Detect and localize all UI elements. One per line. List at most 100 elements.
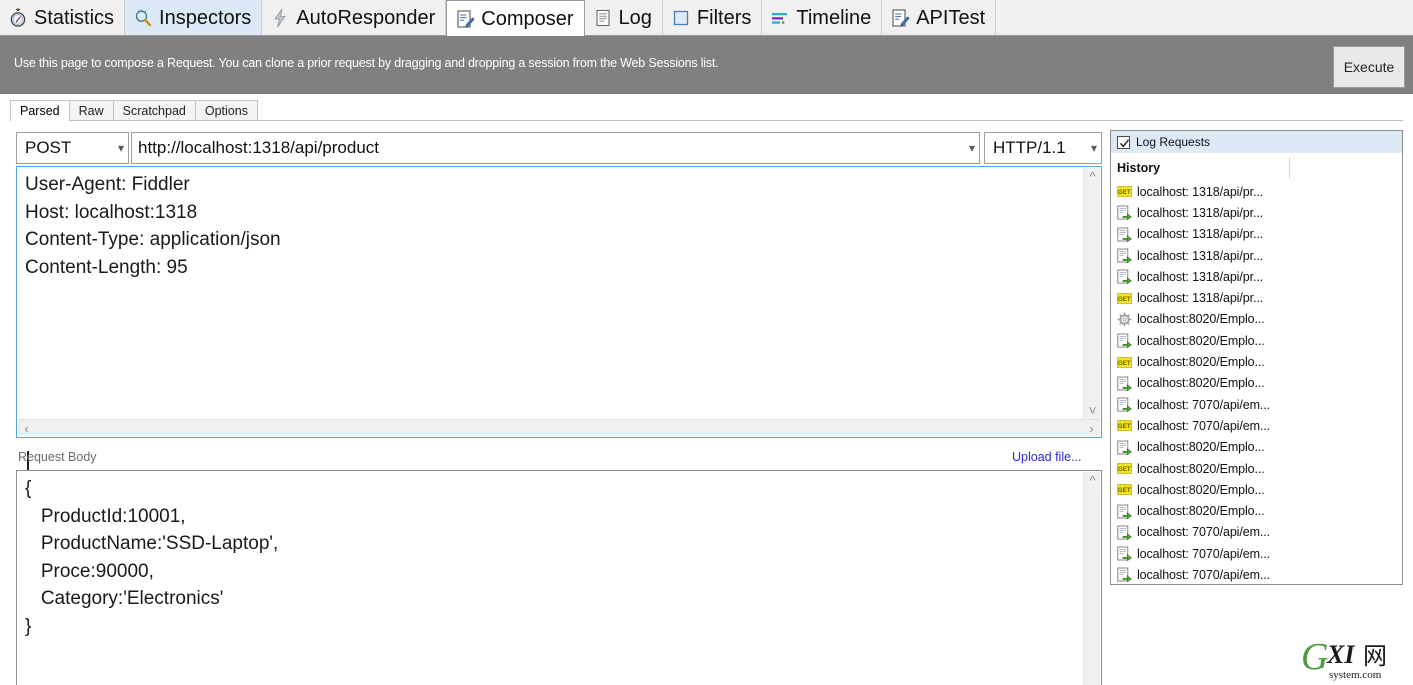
history-row[interactable]: localhost:8020/Emplo...: [1111, 373, 1402, 394]
gear-icon: [1117, 312, 1132, 327]
compose-pencil-icon: [457, 9, 475, 28]
log-requests-checkbox[interactable]: [1117, 135, 1130, 149]
instruction-text: Use this page to compose a Request. You …: [14, 56, 719, 70]
post-arrow-icon: [1117, 205, 1132, 221]
tab-autoresponder[interactable]: AutoResponder: [262, 0, 447, 35]
tab-apitest[interactable]: APITest: [882, 0, 997, 35]
execute-button[interactable]: Execute: [1333, 46, 1405, 88]
chevron-down-icon: ▾: [1090, 141, 1097, 155]
history-column-divider: [1289, 157, 1290, 179]
history-row-label: localhost:8020/Emplo...: [1137, 355, 1265, 370]
history-row-label: localhost: 1318/api/pr...: [1137, 269, 1264, 284]
post-arrow-icon: [1117, 568, 1132, 583]
upload-file-link[interactable]: Upload file...: [1012, 450, 1081, 464]
subtab-scratchpad[interactable]: Scratchpad: [112, 100, 196, 121]
scroll-left-icon[interactable]: ‹: [18, 420, 35, 437]
tab-composer-label: Composer: [481, 7, 574, 30]
scroll-up-icon[interactable]: ^: [1084, 472, 1101, 489]
history-row[interactable]: localhost: 1318/api/pr...: [1111, 202, 1402, 223]
site-watermark: G XI 网 system.com: [1301, 636, 1387, 681]
request-body-label: Request Body: [18, 450, 97, 464]
post-arrow-icon: [1117, 504, 1132, 519]
scroll-up-icon[interactable]: ^: [1084, 168, 1101, 185]
tab-log[interactable]: Log: [584, 0, 663, 35]
svg-text:GET: GET: [1118, 189, 1131, 196]
request-url-input[interactable]: http://localhost:1318/api/product ▾: [131, 132, 980, 164]
history-row[interactable]: localhost:8020/Emplo...: [1111, 500, 1402, 521]
post-arrow-icon: [1117, 269, 1132, 285]
svg-text:XI: XI: [1326, 640, 1355, 669]
tab-apitest-label: APITest: [916, 6, 986, 29]
apitest-pencil-icon: [892, 8, 910, 27]
log-requests-label: Log Requests: [1136, 135, 1211, 149]
history-column-header: History: [1117, 161, 1161, 175]
history-row[interactable]: GET localhost: 1318/api/pr...: [1111, 181, 1402, 202]
history-row-label: localhost:8020/Emplo...: [1137, 333, 1265, 348]
history-row[interactable]: GET localhost: 1318/api/pr...: [1111, 287, 1402, 308]
history-row[interactable]: localhost: 1318/api/pr...: [1111, 245, 1402, 266]
tab-autoresponder-label: AutoResponder: [296, 6, 436, 29]
headers-vertical-scrollbar[interactable]: ^ ˅: [1083, 168, 1100, 419]
request-headers-editor[interactable]: User-Agent: Fiddler Host: localhost:1318…: [16, 166, 1102, 474]
history-row[interactable]: localhost:8020/Emplo...: [1111, 330, 1402, 351]
http-version-value: HTTP/1.1: [993, 138, 1066, 157]
tab-composer[interactable]: Composer: [446, 0, 585, 36]
request-headers-text: User-Agent: Fiddler Host: localhost:1318…: [25, 174, 281, 278]
tab-log-label: Log: [618, 6, 652, 29]
request-body-editor[interactable]: { ProductId:10001, ProductName:'SSD-Lapt…: [16, 470, 1102, 685]
history-row[interactable]: GET localhost:8020/Emplo...: [1111, 351, 1402, 372]
history-row[interactable]: localhost: 7070/api/em...: [1111, 543, 1402, 564]
magnifier-icon: [135, 8, 152, 26]
history-row[interactable]: GET localhost:8020/Emplo...: [1111, 458, 1402, 479]
tab-inspectors[interactable]: Inspectors: [125, 0, 263, 35]
http-version-select[interactable]: HTTP/1.1 ▾: [984, 132, 1102, 164]
history-row[interactable]: localhost: 7070/api/em...: [1111, 564, 1402, 585]
composer-subtabs: Parsed Raw Scratchpad Options: [10, 99, 258, 121]
subtab-options[interactable]: Options: [194, 100, 258, 121]
timeline-bars-icon: [772, 12, 788, 24]
tab-timeline[interactable]: Timeline: [762, 0, 883, 35]
svg-text:网: 网: [1363, 642, 1387, 670]
history-row-label: localhost: 1318/api/pr...: [1137, 205, 1264, 220]
log-lines-icon: [595, 9, 610, 26]
history-row[interactable]: GET localhost: 7070/api/em...: [1111, 415, 1402, 436]
history-row-label: localhost: 7070/api/em...: [1137, 567, 1270, 582]
tab-filters-label: Filters: [696, 6, 752, 29]
history-row[interactable]: localhost:8020/Emplo...: [1111, 309, 1402, 330]
tab-statistics[interactable]: Statistics: [0, 0, 126, 35]
post-arrow-icon: [1117, 546, 1132, 562]
get-badge-icon: GET: [1117, 420, 1132, 432]
post-arrow-icon: [1117, 227, 1132, 242]
history-row[interactable]: localhost: 7070/api/em...: [1111, 394, 1402, 415]
history-row-label: localhost: 1318/api/pr...: [1137, 248, 1264, 263]
svg-text:GET: GET: [1118, 423, 1131, 430]
history-row-label: localhost:8020/Emplo...: [1137, 504, 1265, 519]
scroll-down-icon[interactable]: ˅: [1084, 402, 1101, 419]
history-row-label: localhost: 1318/api/pr...: [1137, 227, 1264, 242]
subtab-raw[interactable]: Raw: [68, 100, 114, 121]
http-method-select[interactable]: POST ▾: [16, 132, 129, 164]
post-arrow-icon: [1117, 333, 1132, 349]
tab-inspectors-label: Inspectors: [159, 6, 252, 29]
history-panel: Log Requests History GET localhost: 1318/…: [1110, 130, 1403, 585]
history-row[interactable]: localhost: 1318/api/pr...: [1111, 266, 1402, 287]
headers-horizontal-scrollbar[interactable]: ‹ ›: [18, 419, 1100, 436]
body-vertical-scrollbar[interactable]: ^: [1083, 472, 1100, 685]
history-row-label: localhost:8020/Emplo...: [1137, 461, 1265, 476]
request-body-text: { ProductId:10001, ProductName:'SSD-Lapt…: [25, 478, 279, 637]
subtab-parsed[interactable]: Parsed: [10, 100, 70, 121]
post-arrow-icon: [1117, 525, 1132, 540]
history-row[interactable]: GET localhost:8020/Emplo...: [1111, 479, 1402, 500]
log-requests-row[interactable]: Log Requests: [1111, 131, 1402, 153]
scroll-right-icon[interactable]: ›: [1083, 420, 1100, 437]
history-row[interactable]: localhost:8020/Emplo...: [1111, 437, 1402, 458]
post-arrow-icon: [1117, 440, 1132, 455]
history-row-label: localhost: 1318/api/pr...: [1137, 184, 1264, 199]
request-url-value: http://localhost:1318/api/product: [138, 138, 379, 157]
post-arrow-icon: [1117, 376, 1132, 391]
tab-filters[interactable]: Filters: [662, 0, 763, 35]
svg-text:GET: GET: [1118, 466, 1131, 473]
history-row[interactable]: localhost: 1318/api/pr...: [1111, 224, 1402, 245]
history-row[interactable]: localhost: 7070/api/em...: [1111, 522, 1402, 543]
history-list: GET localhost: 1318/api/pr... localhost: 1…: [1111, 181, 1402, 586]
